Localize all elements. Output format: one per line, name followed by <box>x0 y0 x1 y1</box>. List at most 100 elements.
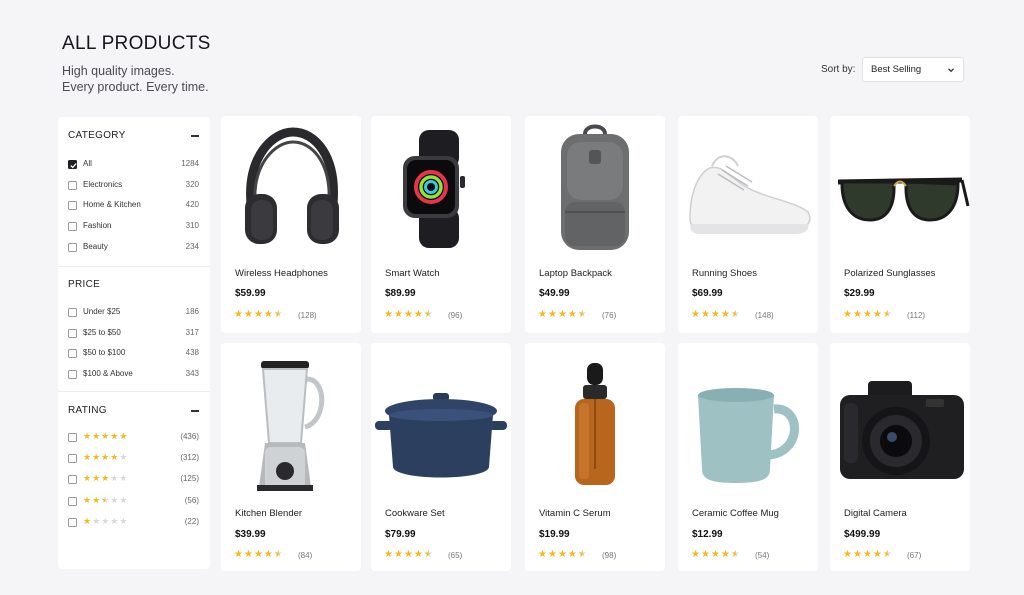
star-icon: ★ <box>393 309 403 320</box>
checkbox[interactable] <box>68 222 77 232</box>
filter-sidebar: CATEGORY All 1284 Electronics 320 Home & Kit… <box>58 117 210 569</box>
star-icon: ★ <box>83 431 92 441</box>
collapse-icon[interactable] <box>191 410 199 412</box>
sort-dropdown[interactable]: Best Selling <box>862 57 964 82</box>
product-rating: ★ ★ ★ ★ ★ <box>843 309 892 320</box>
product-image[interactable] <box>525 351 665 491</box>
checkbox[interactable] <box>68 475 77 485</box>
star-icon: ★ <box>547 549 557 560</box>
product-card[interactable]: Polarized Sunglasses $29.99 ★ ★ ★ ★ ★ (112) <box>830 116 970 333</box>
star-icon: ★ <box>110 431 119 441</box>
filter-option-count: 186 <box>185 307 199 316</box>
product-name[interactable]: Running Shoes <box>692 268 757 279</box>
product-image[interactable] <box>678 351 818 491</box>
product-name[interactable]: Wireless Headphones <box>235 268 328 279</box>
checkbox[interactable] <box>68 496 77 506</box>
filter-option-count: 438 <box>185 348 199 357</box>
sort-label: Sort by: <box>821 64 856 75</box>
product-name[interactable]: Cookware Set <box>385 508 445 519</box>
blender-icon <box>257 361 325 491</box>
rating-filter-option[interactable]: ★ ★ ★ ★ ★ (436) <box>58 431 210 445</box>
filter-option-label: Fashion <box>83 221 112 231</box>
product-card[interactable]: Smart Watch $89.99 ★ ★ ★ ★ ★ (96) <box>371 116 511 333</box>
product-rating: ★ ★ ★ ★ ★ <box>234 309 283 320</box>
filter-option-count: (436) <box>180 432 199 441</box>
product-image[interactable] <box>830 351 970 491</box>
star-icon: ★ <box>852 309 862 320</box>
checkbox[interactable] <box>68 517 77 527</box>
product-name[interactable]: Smart Watch <box>385 268 440 279</box>
filter-option[interactable]: All 1284 <box>58 158 210 172</box>
product-rating: ★ ★ ★ ★ ★ <box>843 549 892 560</box>
category-title: CATEGORY <box>68 130 126 141</box>
star-icon: ★ <box>730 309 740 320</box>
product-card[interactable]: Wireless Headphones $59.99 ★ ★ ★ ★ ★ (128) <box>221 116 361 333</box>
review-count: (76) <box>602 311 617 320</box>
headphones-icon <box>245 127 339 244</box>
product-name[interactable]: Laptop Backpack <box>539 268 612 279</box>
filter-option[interactable]: Fashion 310 <box>58 220 210 234</box>
product-price: $69.99 <box>692 288 723 299</box>
star-icon: ★ <box>557 549 567 560</box>
product-price: $39.99 <box>235 529 266 540</box>
star-icon: ★ <box>92 515 101 526</box>
filter-option[interactable]: Home & Kitchen 420 <box>58 199 210 213</box>
review-count: (54) <box>755 551 770 560</box>
filter-option[interactable]: Electronics 320 <box>58 179 210 193</box>
product-image[interactable] <box>221 351 361 491</box>
sort-value: Best Selling <box>871 64 922 75</box>
product-image[interactable] <box>678 116 818 256</box>
checkbox[interactable] <box>68 308 77 317</box>
product-image[interactable] <box>221 116 361 256</box>
star-icon: ★ <box>243 549 253 560</box>
product-name[interactable]: Polarized Sunglasses <box>844 268 935 279</box>
rating-filter-option[interactable]: ★ ★ ★ ★ ★ (56) <box>58 495 210 509</box>
product-card[interactable]: Kitchen Blender $39.99 ★ ★ ★ ★ ★ (84) <box>221 343 361 571</box>
product-card[interactable]: Running Shoes $69.99 ★ ★ ★ ★ ★ (148) <box>678 116 818 333</box>
product-card[interactable]: Laptop Backpack $49.99 ★ ★ ★ ★ ★ (76) <box>525 116 665 333</box>
filter-option-label: $25 to $50 <box>83 327 121 337</box>
product-image[interactable] <box>525 116 665 256</box>
checkbox[interactable] <box>68 369 77 379</box>
filter-option[interactable]: $50 to $100 438 <box>58 347 210 361</box>
product-card[interactable]: Digital Camera $499.99 ★ ★ ★ ★ ★ (67) <box>830 343 970 571</box>
checkbox[interactable] <box>68 242 77 252</box>
collapse-icon[interactable] <box>191 135 199 137</box>
rating-filter-option[interactable]: ★ ★ ★ ★ ★ (125) <box>58 473 210 487</box>
checkbox[interactable] <box>68 201 77 211</box>
filter-option-label: All <box>83 159 92 168</box>
product-name[interactable]: Kitchen Blender <box>235 508 302 519</box>
filter-option[interactable]: $25 to $50 317 <box>58 327 210 341</box>
product-card[interactable]: Ceramic Coffee Mug $12.99 ★ ★ ★ ★ ★ (54) <box>678 343 818 571</box>
product-card[interactable]: Cookware Set $79.99 ★ ★ ★ ★ ★ (65) <box>371 343 511 571</box>
camera-icon <box>840 381 964 479</box>
checkbox[interactable] <box>68 433 77 442</box>
product-price: $19.99 <box>539 529 570 540</box>
star-icon: ★ <box>852 549 862 560</box>
star-icon: ★ <box>538 309 547 320</box>
review-count: (65) <box>448 551 463 560</box>
product-price: $49.99 <box>539 288 570 299</box>
product-image[interactable] <box>371 351 511 491</box>
rating-filter-option[interactable]: ★ ★ ★ ★ ★ (312) <box>58 452 210 466</box>
product-name[interactable]: Ceramic Coffee Mug <box>692 508 779 519</box>
product-card[interactable]: Vitamin C Serum $19.99 ★ ★ ★ ★ ★ (98) <box>525 343 665 571</box>
checkbox[interactable] <box>68 328 77 338</box>
checkbox[interactable] <box>68 349 77 358</box>
product-name[interactable]: Vitamin C Serum <box>539 508 611 519</box>
product-image[interactable] <box>830 116 970 256</box>
star-icon: ★ <box>691 549 700 560</box>
rating-filter-option[interactable]: ★ ★ ★ ★ ★ (22) <box>58 516 210 530</box>
filter-option[interactable]: Under $25 186 <box>58 306 210 320</box>
checkbox[interactable] <box>68 180 77 190</box>
star-icon: ★ <box>110 473 119 484</box>
product-name[interactable]: Digital Camera <box>844 508 907 519</box>
star-icon: ★ <box>403 549 413 560</box>
filter-option[interactable]: $100 & Above 343 <box>58 368 210 382</box>
checkbox[interactable] <box>68 454 77 464</box>
filter-option[interactable]: Beauty 234 <box>58 241 210 255</box>
star-icon: ★ <box>557 309 567 320</box>
product-image[interactable] <box>371 116 511 256</box>
checkbox[interactable] <box>68 160 77 169</box>
product-price: $499.99 <box>844 529 881 540</box>
